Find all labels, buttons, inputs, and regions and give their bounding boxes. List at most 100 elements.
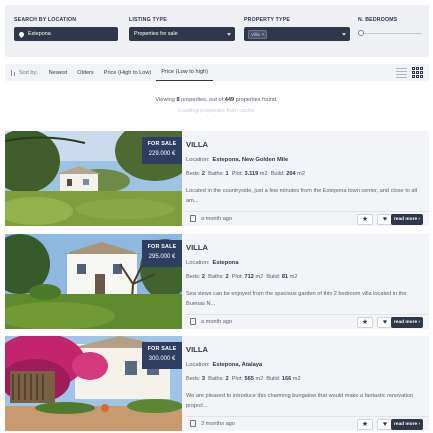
listing-photo[interactable]: FOR SALE 229.000 € [5,131,182,226]
listing-footer: a month ago ★ ♥ read more › [186,211,429,226]
location-label: Location: [186,157,210,163]
plot-unit: m2 [255,274,264,280]
property-type-label: PROPERTY TYPE [244,17,291,23]
listing-card: FOR SALE 300.000 € VILLA Location: Estepo… [5,336,429,431]
list-view-icon[interactable] [396,67,407,78]
loading-text: Loading properties from cache [178,108,255,114]
location-input[interactable]: Estepona [14,27,118,41]
sort-icon [10,69,17,76]
sort-bar: Sort by: Newest Olders Price (High to Lo… [5,64,429,81]
baths-label: Baths: [208,274,224,280]
location-pin-icon [17,30,26,38]
build-label: Build: [270,171,285,177]
favorite-star-button[interactable]: ★ [357,317,373,328]
listing-date: a month ago [201,319,233,325]
beds-value: 2 [201,274,205,280]
location-label: SEARCH BY LOCATION [14,17,77,23]
sort-price-high-low[interactable]: Price (High to Low) [99,64,157,81]
chip-close-icon[interactable]: × [262,32,265,37]
listing-specs: Beds: 3 Baths: 2 Plot: 565 m2 Build: 166… [186,376,301,382]
build-unit: m2 [289,274,298,280]
plot-value: 565 [244,376,254,382]
listing-type-value: Properties for sale [134,31,178,37]
listing-date: 3 months ago [201,421,235,427]
property-type-chip[interactable]: Villa × [248,29,268,39]
listing-body: VILLA Location: Estepona Beds: 2 Baths: 2… [186,234,429,329]
property-type-select[interactable]: Villa × [244,27,350,41]
read-more-button[interactable]: read more › [391,214,423,225]
favorite-star-button[interactable]: ★ [357,419,373,430]
plot-unit: m2 [259,171,268,177]
plot-value: 712 [244,274,254,280]
badge-label: FOR SALE [147,244,177,250]
listing-photo[interactable]: FOR SALE 300.000 € [5,336,182,431]
results-suffix: properties found. [235,97,278,103]
calendar-icon [190,318,196,325]
build-value: 204 [286,171,296,177]
calendar-icon [190,215,196,222]
plot-unit: m2 [255,376,264,382]
baths-value: 2 [225,274,229,280]
property-type-field: PROPERTY TYPE Villa × [244,17,350,41]
grid-view-icon[interactable] [412,67,423,78]
listing-description: We are pleased to introduce this charmin… [186,393,414,409]
results-shown-count: 8 [176,97,180,103]
listing-title[interactable]: VILLA [186,243,208,252]
listing-type-label: LISTING TYPE [129,17,167,23]
sort-olders[interactable]: Olders [72,64,98,81]
baths-label: Baths: [208,171,224,177]
build-unit: m2 [292,376,301,382]
sort-price-low-high[interactable]: Price (Low to high) [156,64,213,81]
results-prefix: Viewing [155,97,175,103]
plot-value: 3.119 [244,171,259,177]
listing-price: 300.000 € [148,356,176,362]
build-value: 166 [281,376,292,382]
badge-label: FOR SALE [147,346,177,352]
listing-specs: Beds: 2 Baths: 2 Plot: 712 m2 Build: 81 … [186,274,297,280]
read-more-button[interactable]: read more › [391,419,423,430]
listing-body: VILLA Location: Estepona, Atalaya Beds: 3… [186,336,429,431]
search-panel: SEARCH BY LOCATION Estepona LISTING TYPE… [5,5,429,57]
location-label: Location: [186,362,210,368]
location-value: Estepona, New Golden Mile [212,157,289,163]
location-label: Location: [186,260,210,266]
results-total-count: 449 [224,97,235,103]
slider-track [358,32,422,34]
slider-thumb[interactable] [358,29,364,36]
listing-type-select[interactable]: Properties for sale [129,27,235,41]
listing-photo[interactable]: FOR SALE 295.000 € [5,234,182,329]
beds-label: Beds: [186,171,201,177]
plot-label: Plot: [231,376,243,382]
listing-description: Sea views can be enjoyed from the spacio… [186,291,407,307]
listing-specs: Beds: 2 Baths: 1 Plot: 3.119 m2 Build: 2… [186,171,305,177]
listing-type-field: LISTING TYPE Properties for sale [129,17,235,41]
listing-location: Location: Estepona, Atalaya [186,362,262,368]
location-value: Estepona, Atalaya [212,362,263,368]
results-summary: Viewing 8 properties, out of 449 propert… [0,97,433,103]
favorite-star-button[interactable]: ★ [357,214,373,225]
for-sale-badge: FOR SALE 229.000 € [142,137,182,164]
baths-value: 2 [225,376,229,382]
listing-footer: a month ago ★ ♥ read more › [186,314,429,329]
listing-date: a month ago [201,216,233,222]
sort-newest[interactable]: Newest [44,64,73,81]
listing-title[interactable]: VILLA [186,345,208,354]
beds-value: 2 [201,171,205,177]
beds-label: Beds: [186,376,201,382]
read-more-button[interactable]: read more › [391,317,423,328]
build-label: Build: [266,376,281,382]
bedrooms-field: N. BEDROOMS [358,17,422,36]
listing-body: VILLA Location: Estepona, New Golden Mile… [186,131,429,226]
location-value: Estepona [28,31,51,37]
baths-label: Baths: [208,376,224,382]
build-value: 81 [281,274,289,280]
listing-title[interactable]: VILLA [186,140,208,149]
bedrooms-label: N. BEDROOMS [358,17,398,23]
bedrooms-slider[interactable] [358,29,422,36]
plot-label: Plot: [231,171,243,177]
sort-label: Sort by: [19,69,38,76]
baths-value: 1 [225,171,229,177]
calendar-icon [190,420,196,427]
results-middle: properties, out of [181,97,224,103]
build-label: Build: [266,274,281,280]
